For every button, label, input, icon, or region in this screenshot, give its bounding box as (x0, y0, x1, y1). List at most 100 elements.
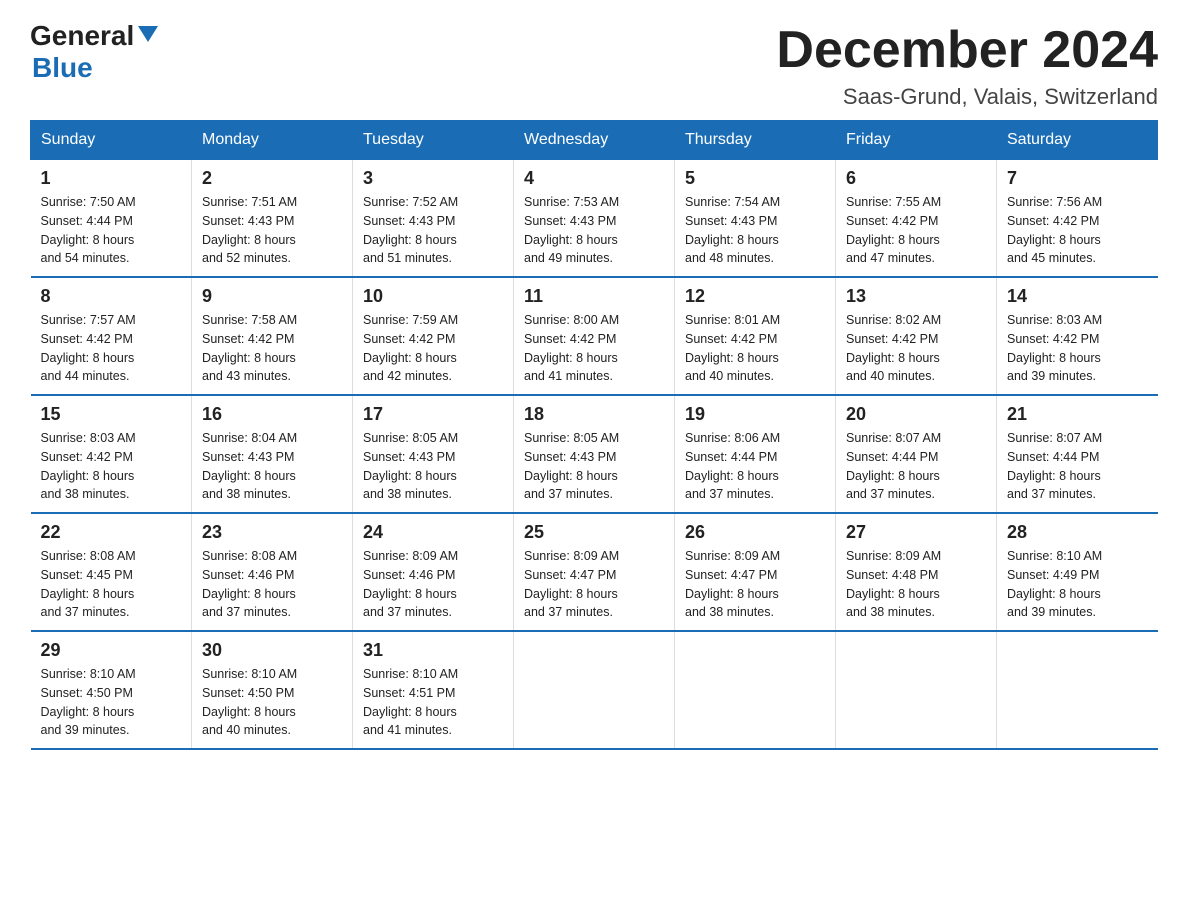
location-title: Saas-Grund, Valais, Switzerland (776, 84, 1158, 110)
day-info: Sunrise: 7:55 AM Sunset: 4:42 PM Dayligh… (846, 193, 986, 268)
header-day-monday: Monday (192, 121, 353, 160)
calendar-cell: 29 Sunrise: 8:10 AM Sunset: 4:50 PM Dayl… (31, 631, 192, 749)
calendar-cell: 4 Sunrise: 7:53 AM Sunset: 4:43 PM Dayli… (514, 160, 675, 278)
day-info: Sunrise: 7:53 AM Sunset: 4:43 PM Dayligh… (524, 193, 664, 268)
header-day-saturday: Saturday (997, 121, 1158, 160)
calendar-cell: 21 Sunrise: 8:07 AM Sunset: 4:44 PM Dayl… (997, 395, 1158, 513)
header-day-wednesday: Wednesday (514, 121, 675, 160)
day-info: Sunrise: 8:08 AM Sunset: 4:45 PM Dayligh… (41, 547, 182, 622)
day-info: Sunrise: 8:03 AM Sunset: 4:42 PM Dayligh… (1007, 311, 1148, 386)
day-info: Sunrise: 8:09 AM Sunset: 4:47 PM Dayligh… (685, 547, 825, 622)
logo: General Blue (30, 20, 158, 84)
day-number: 9 (202, 286, 342, 307)
day-number: 23 (202, 522, 342, 543)
day-info: Sunrise: 8:10 AM Sunset: 4:50 PM Dayligh… (41, 665, 182, 740)
day-info: Sunrise: 7:58 AM Sunset: 4:42 PM Dayligh… (202, 311, 342, 386)
calendar-cell: 13 Sunrise: 8:02 AM Sunset: 4:42 PM Dayl… (836, 277, 997, 395)
day-info: Sunrise: 8:10 AM Sunset: 4:50 PM Dayligh… (202, 665, 342, 740)
day-info: Sunrise: 8:01 AM Sunset: 4:42 PM Dayligh… (685, 311, 825, 386)
month-title: December 2024 (776, 20, 1158, 80)
header-row: SundayMondayTuesdayWednesdayThursdayFrid… (31, 121, 1158, 160)
calendar-week-row: 15 Sunrise: 8:03 AM Sunset: 4:42 PM Dayl… (31, 395, 1158, 513)
day-info: Sunrise: 7:54 AM Sunset: 4:43 PM Dayligh… (685, 193, 825, 268)
day-number: 14 (1007, 286, 1148, 307)
calendar-cell: 15 Sunrise: 8:03 AM Sunset: 4:42 PM Dayl… (31, 395, 192, 513)
day-info: Sunrise: 8:05 AM Sunset: 4:43 PM Dayligh… (363, 429, 503, 504)
logo-text: General (30, 20, 158, 52)
header-day-sunday: Sunday (31, 121, 192, 160)
day-number: 2 (202, 168, 342, 189)
day-info: Sunrise: 8:06 AM Sunset: 4:44 PM Dayligh… (685, 429, 825, 504)
calendar-cell: 10 Sunrise: 7:59 AM Sunset: 4:42 PM Dayl… (353, 277, 514, 395)
calendar-cell: 25 Sunrise: 8:09 AM Sunset: 4:47 PM Dayl… (514, 513, 675, 631)
calendar-cell: 6 Sunrise: 7:55 AM Sunset: 4:42 PM Dayli… (836, 160, 997, 278)
calendar-cell: 26 Sunrise: 8:09 AM Sunset: 4:47 PM Dayl… (675, 513, 836, 631)
day-number: 28 (1007, 522, 1148, 543)
day-info: Sunrise: 8:10 AM Sunset: 4:51 PM Dayligh… (363, 665, 503, 740)
calendar-cell (836, 631, 997, 749)
day-info: Sunrise: 8:09 AM Sunset: 4:47 PM Dayligh… (524, 547, 664, 622)
calendar-cell: 23 Sunrise: 8:08 AM Sunset: 4:46 PM Dayl… (192, 513, 353, 631)
calendar-cell: 12 Sunrise: 8:01 AM Sunset: 4:42 PM Dayl… (675, 277, 836, 395)
page-header: General Blue December 2024 Saas-Grund, V… (30, 20, 1158, 110)
calendar-cell (997, 631, 1158, 749)
header-day-friday: Friday (836, 121, 997, 160)
day-number: 10 (363, 286, 503, 307)
day-info: Sunrise: 7:56 AM Sunset: 4:42 PM Dayligh… (1007, 193, 1148, 268)
day-number: 31 (363, 640, 503, 661)
calendar-week-row: 1 Sunrise: 7:50 AM Sunset: 4:44 PM Dayli… (31, 160, 1158, 278)
day-number: 22 (41, 522, 182, 543)
day-info: Sunrise: 7:52 AM Sunset: 4:43 PM Dayligh… (363, 193, 503, 268)
day-info: Sunrise: 7:59 AM Sunset: 4:42 PM Dayligh… (363, 311, 503, 386)
logo-blue-text: Blue (30, 52, 93, 84)
day-number: 19 (685, 404, 825, 425)
calendar-cell: 19 Sunrise: 8:06 AM Sunset: 4:44 PM Dayl… (675, 395, 836, 513)
day-info: Sunrise: 8:10 AM Sunset: 4:49 PM Dayligh… (1007, 547, 1148, 622)
logo-triangle-icon (138, 26, 158, 42)
day-number: 6 (846, 168, 986, 189)
day-number: 24 (363, 522, 503, 543)
calendar-cell: 24 Sunrise: 8:09 AM Sunset: 4:46 PM Dayl… (353, 513, 514, 631)
day-info: Sunrise: 8:09 AM Sunset: 4:48 PM Dayligh… (846, 547, 986, 622)
day-info: Sunrise: 8:07 AM Sunset: 4:44 PM Dayligh… (1007, 429, 1148, 504)
calendar-cell: 8 Sunrise: 7:57 AM Sunset: 4:42 PM Dayli… (31, 277, 192, 395)
calendar-cell: 16 Sunrise: 8:04 AM Sunset: 4:43 PM Dayl… (192, 395, 353, 513)
calendar-cell: 2 Sunrise: 7:51 AM Sunset: 4:43 PM Dayli… (192, 160, 353, 278)
day-info: Sunrise: 8:04 AM Sunset: 4:43 PM Dayligh… (202, 429, 342, 504)
calendar-cell: 11 Sunrise: 8:00 AM Sunset: 4:42 PM Dayl… (514, 277, 675, 395)
day-number: 27 (846, 522, 986, 543)
calendar-cell: 5 Sunrise: 7:54 AM Sunset: 4:43 PM Dayli… (675, 160, 836, 278)
calendar-header: SundayMondayTuesdayWednesdayThursdayFrid… (31, 121, 1158, 160)
day-info: Sunrise: 8:07 AM Sunset: 4:44 PM Dayligh… (846, 429, 986, 504)
day-number: 12 (685, 286, 825, 307)
day-number: 18 (524, 404, 664, 425)
day-info: Sunrise: 8:08 AM Sunset: 4:46 PM Dayligh… (202, 547, 342, 622)
calendar-cell (514, 631, 675, 749)
day-number: 26 (685, 522, 825, 543)
day-number: 8 (41, 286, 182, 307)
calendar-cell: 27 Sunrise: 8:09 AM Sunset: 4:48 PM Dayl… (836, 513, 997, 631)
day-info: Sunrise: 8:09 AM Sunset: 4:46 PM Dayligh… (363, 547, 503, 622)
day-info: Sunrise: 7:57 AM Sunset: 4:42 PM Dayligh… (41, 311, 182, 386)
day-number: 15 (41, 404, 182, 425)
calendar-cell: 9 Sunrise: 7:58 AM Sunset: 4:42 PM Dayli… (192, 277, 353, 395)
calendar-cell: 7 Sunrise: 7:56 AM Sunset: 4:42 PM Dayli… (997, 160, 1158, 278)
calendar-table: SundayMondayTuesdayWednesdayThursdayFrid… (30, 120, 1158, 750)
day-number: 13 (846, 286, 986, 307)
logo-blue: Blue (32, 52, 93, 83)
day-info: Sunrise: 8:05 AM Sunset: 4:43 PM Dayligh… (524, 429, 664, 504)
calendar-cell: 22 Sunrise: 8:08 AM Sunset: 4:45 PM Dayl… (31, 513, 192, 631)
day-number: 25 (524, 522, 664, 543)
day-number: 30 (202, 640, 342, 661)
day-info: Sunrise: 8:00 AM Sunset: 4:42 PM Dayligh… (524, 311, 664, 386)
day-info: Sunrise: 8:03 AM Sunset: 4:42 PM Dayligh… (41, 429, 182, 504)
day-number: 21 (1007, 404, 1148, 425)
calendar-cell: 14 Sunrise: 8:03 AM Sunset: 4:42 PM Dayl… (997, 277, 1158, 395)
day-number: 7 (1007, 168, 1148, 189)
calendar-body: 1 Sunrise: 7:50 AM Sunset: 4:44 PM Dayli… (31, 160, 1158, 750)
calendar-cell: 30 Sunrise: 8:10 AM Sunset: 4:50 PM Dayl… (192, 631, 353, 749)
calendar-cell: 20 Sunrise: 8:07 AM Sunset: 4:44 PM Dayl… (836, 395, 997, 513)
calendar-cell: 17 Sunrise: 8:05 AM Sunset: 4:43 PM Dayl… (353, 395, 514, 513)
day-info: Sunrise: 7:51 AM Sunset: 4:43 PM Dayligh… (202, 193, 342, 268)
day-number: 5 (685, 168, 825, 189)
